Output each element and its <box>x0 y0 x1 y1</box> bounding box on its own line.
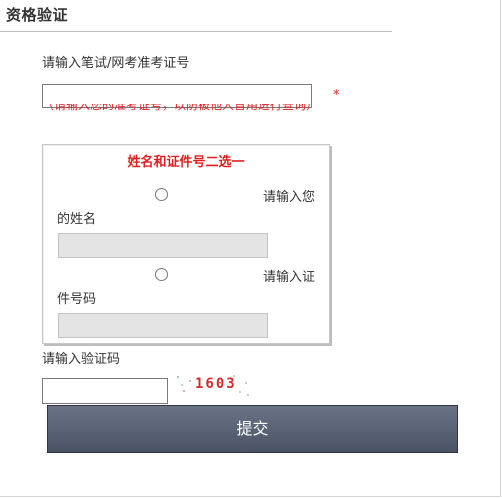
required-mark: * <box>333 88 340 103</box>
id-option-radio[interactable] <box>155 268 168 281</box>
name-option-label-b: 的姓名 <box>57 212 97 227</box>
exam-id-error-text: （请输入您的准考证号，以防被他人冒用进行查询） <box>42 104 319 112</box>
id-option-label-b: 件号码 <box>57 292 97 307</box>
id-number-input[interactable] <box>58 313 268 338</box>
captcha-input[interactable] <box>42 378 168 404</box>
page-title: 资格验证 <box>6 6 69 24</box>
exam-id-label: 请输入笔试/网考准考证号 <box>42 56 190 71</box>
captcha-code-text: 1603 <box>195 376 237 392</box>
captcha-label: 请输入验证码 <box>42 352 121 367</box>
name-or-id-choice-box: 姓名和证件号二选一 请输入您 的姓名 请输入证 件号码 <box>42 144 330 344</box>
submit-button[interactable]: 提交 <box>47 405 458 453</box>
id-option-label-a: 请输入证 <box>263 270 316 285</box>
name-option-label-a: 请输入您 <box>263 190 316 205</box>
choice-title: 姓名和证件号二选一 <box>127 155 245 170</box>
captcha-image[interactable]: 1603 <box>173 372 253 398</box>
name-option-radio[interactable] <box>155 188 168 201</box>
name-input[interactable] <box>58 233 268 258</box>
title-divider <box>0 31 392 32</box>
